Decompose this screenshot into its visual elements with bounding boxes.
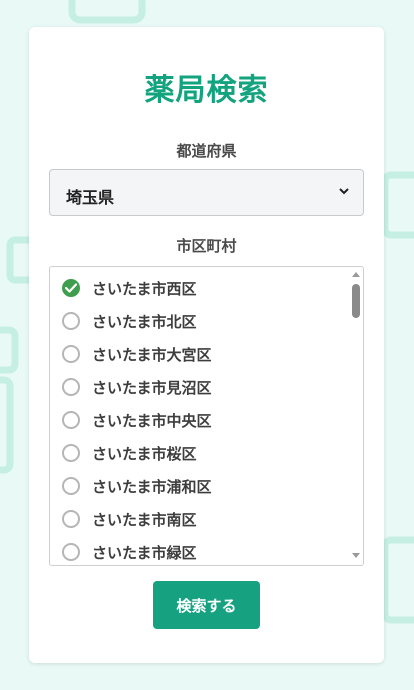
city-list[interactable]: さいたま市西区 さいたま市北区 さいたま市大宮区 さいたま市見沼区 さいたま市中央区 さい… bbox=[49, 266, 364, 566]
city-option[interactable]: さいたま市浦和区 bbox=[50, 469, 348, 502]
city-label: 市区町村 bbox=[176, 237, 237, 255]
radio-icon[interactable] bbox=[62, 345, 80, 363]
city-option[interactable]: さいたま市南区 bbox=[50, 502, 348, 535]
city-option-label: さいたま市西区 bbox=[92, 280, 197, 298]
prefecture-label: 都道府県 bbox=[176, 142, 237, 160]
radio-icon[interactable] bbox=[62, 510, 80, 528]
city-option[interactable]: さいたま市中央区 bbox=[50, 403, 348, 436]
radio-icon[interactable] bbox=[62, 477, 80, 495]
city-option-label: さいたま市見沼区 bbox=[92, 379, 212, 397]
radio-icon[interactable] bbox=[62, 312, 80, 330]
scrollbar-thumb[interactable] bbox=[352, 284, 360, 318]
city-option-label: さいたま市大宮区 bbox=[92, 346, 212, 364]
radio-icon[interactable] bbox=[62, 378, 80, 396]
radio-icon[interactable] bbox=[62, 411, 80, 429]
search-card: 薬局検索 都道府県 埼玉県 市区町村 さいたま市西区 さいたま市北区 さいたま市大宮… bbox=[29, 27, 384, 663]
city-option-label: さいたま市桜区 bbox=[92, 445, 197, 463]
city-option-label: さいたま市緑区 bbox=[92, 544, 197, 562]
chevron-down-icon bbox=[339, 188, 349, 195]
scroll-down-arrow-icon[interactable] bbox=[352, 553, 360, 558]
city-option[interactable]: さいたま市緑区 bbox=[50, 535, 348, 565]
prefecture-select[interactable]: 埼玉県 bbox=[49, 169, 364, 216]
city-option[interactable]: さいたま市見沼区 bbox=[50, 370, 348, 403]
city-option-label: さいたま市中央区 bbox=[92, 412, 212, 430]
radio-icon[interactable] bbox=[62, 444, 80, 462]
radio-icon[interactable] bbox=[62, 543, 80, 561]
city-option-label: さいたま市浦和区 bbox=[92, 478, 212, 496]
city-option-label: さいたま市北区 bbox=[92, 313, 197, 331]
search-button[interactable]: 検索する bbox=[153, 581, 260, 629]
scrollbar[interactable] bbox=[349, 267, 363, 565]
prefecture-select-value: 埼玉県 bbox=[66, 188, 115, 207]
checked-radio-icon[interactable] bbox=[62, 279, 80, 297]
city-option[interactable]: さいたま市大宮区 bbox=[50, 337, 348, 370]
city-option[interactable]: さいたま市西区 bbox=[50, 271, 348, 304]
scroll-up-arrow-icon[interactable] bbox=[352, 272, 360, 277]
city-option[interactable]: さいたま市桜区 bbox=[50, 436, 348, 469]
page-title: 薬局検索 bbox=[144, 73, 269, 108]
city-option-label: さいたま市南区 bbox=[92, 511, 197, 529]
city-option[interactable]: さいたま市北区 bbox=[50, 304, 348, 337]
